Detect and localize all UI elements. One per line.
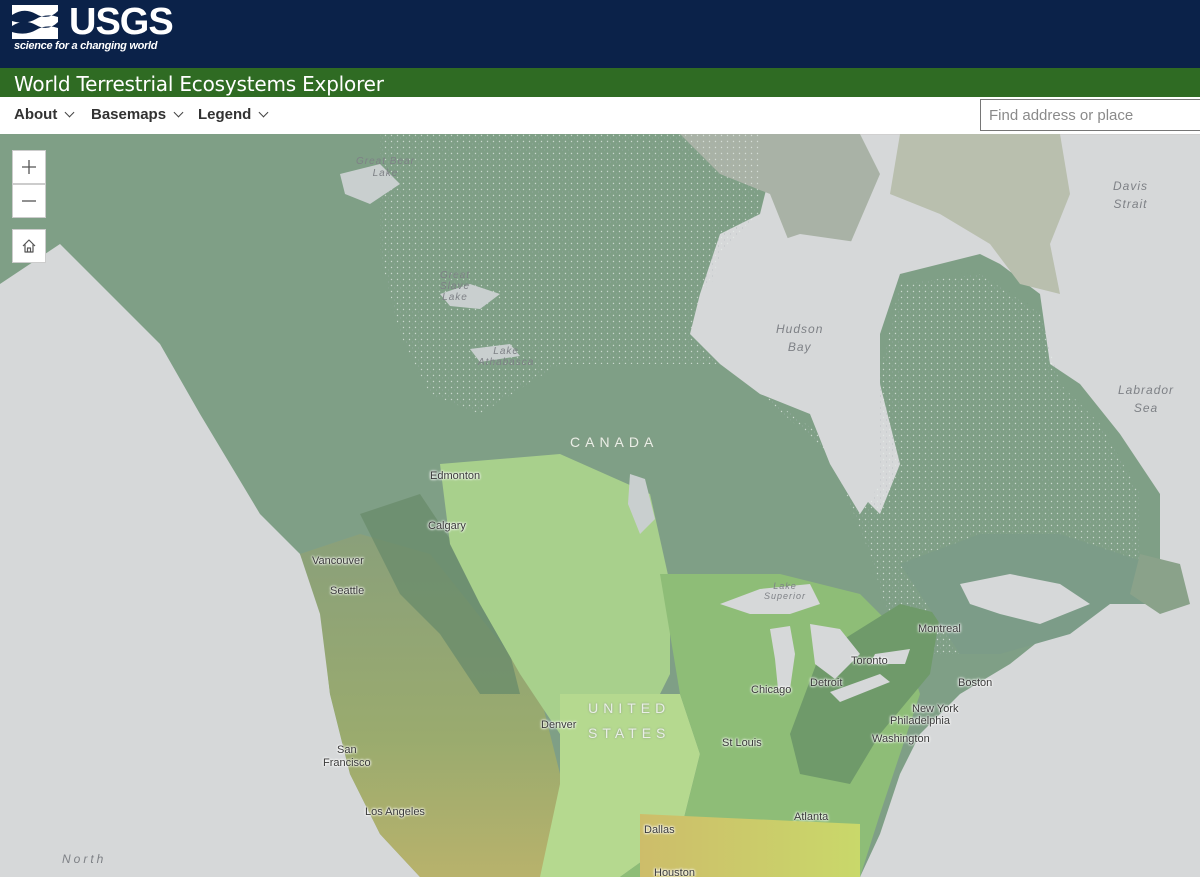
canada-label: CANADA bbox=[570, 434, 659, 450]
title-bar: World Terrestrial Ecosystems Explorer bbox=[0, 68, 1200, 97]
usgs-wordmark: USGS bbox=[69, 1, 174, 43]
city-label-chicago: Chicago bbox=[751, 684, 792, 696]
city-label-denver: Denver bbox=[541, 719, 577, 731]
ecosystem-map-canvas[interactable] bbox=[0, 134, 1200, 877]
nav-legend-menu[interactable]: Legend bbox=[198, 106, 269, 123]
lake-athabasca-label: Lake Athabasca bbox=[478, 346, 535, 368]
davis-strait-label: Davis Strait bbox=[1113, 179, 1149, 211]
chevron-down-icon bbox=[173, 107, 184, 118]
chevron-down-icon bbox=[258, 107, 269, 118]
usgs-wave-icon bbox=[12, 5, 58, 39]
city-label-st-louis: St Louis bbox=[722, 737, 762, 749]
great-bear-lake-label: Great Bear Lake bbox=[356, 156, 415, 179]
newfoundland bbox=[1130, 554, 1190, 614]
city-label-detroit: Detroit bbox=[810, 677, 843, 689]
map-view[interactable]: Great Bear Lake Great Slave Lake Lake At… bbox=[0, 134, 1200, 877]
city-label-new-york: New York bbox=[912, 703, 959, 715]
city-label-seattle: Seattle bbox=[330, 585, 365, 597]
city-label-san-francisco: San Francisco bbox=[323, 744, 371, 769]
city-label-dallas: Dallas bbox=[644, 824, 675, 836]
city-label-philadelphia: Philadelphia bbox=[890, 715, 950, 727]
usgs-logo[interactable]: USGS science for a changing world bbox=[12, 1, 174, 59]
city-label-calgary: Calgary bbox=[428, 520, 466, 532]
city-label-los-angeles: Los Angeles bbox=[365, 806, 425, 818]
nav-basemaps-menu[interactable]: Basemaps bbox=[91, 106, 184, 123]
city-label-vancouver: Vancouver bbox=[312, 555, 364, 567]
city-label-washington: Washington bbox=[872, 733, 930, 745]
labrador-sea-label: Labrador Sea bbox=[1118, 383, 1175, 415]
lake-superior-label: Lake Superior bbox=[764, 581, 807, 601]
usgs-tagline: science for a changing world bbox=[14, 40, 158, 52]
nav-about-label: About bbox=[14, 106, 58, 123]
north-label: North bbox=[62, 852, 107, 866]
search-input[interactable] bbox=[980, 99, 1200, 131]
city-label-montreal: Montreal bbox=[918, 623, 961, 635]
app-title: World Terrestrial Ecosystems Explorer bbox=[14, 72, 384, 96]
home-button[interactable] bbox=[12, 229, 46, 263]
city-label-houston: Houston bbox=[654, 867, 695, 877]
city-label-toronto: Toronto bbox=[851, 655, 888, 667]
home-icon bbox=[22, 239, 36, 253]
usgs-header: USGS science for a changing world bbox=[0, 0, 1200, 68]
nav-basemaps-label: Basemaps bbox=[91, 106, 167, 123]
plus-icon bbox=[22, 160, 36, 174]
great-slave-lake-label: Great Slave Lake bbox=[440, 270, 471, 303]
city-label-boston: Boston bbox=[958, 677, 993, 689]
zoom-out-button[interactable] bbox=[12, 184, 46, 218]
nav-about-menu[interactable]: About bbox=[14, 106, 75, 123]
city-label-atlanta: Atlanta bbox=[794, 811, 829, 823]
nav-legend-label: Legend bbox=[198, 106, 252, 123]
minus-icon bbox=[22, 200, 36, 202]
united-states-label: UNITED STATES bbox=[588, 700, 671, 741]
zoom-in-button[interactable] bbox=[12, 150, 46, 184]
city-label-edmonton: Edmonton bbox=[430, 470, 481, 482]
chevron-down-icon bbox=[64, 107, 75, 118]
hudson-bay-label: Hudson Bay bbox=[776, 322, 824, 354]
